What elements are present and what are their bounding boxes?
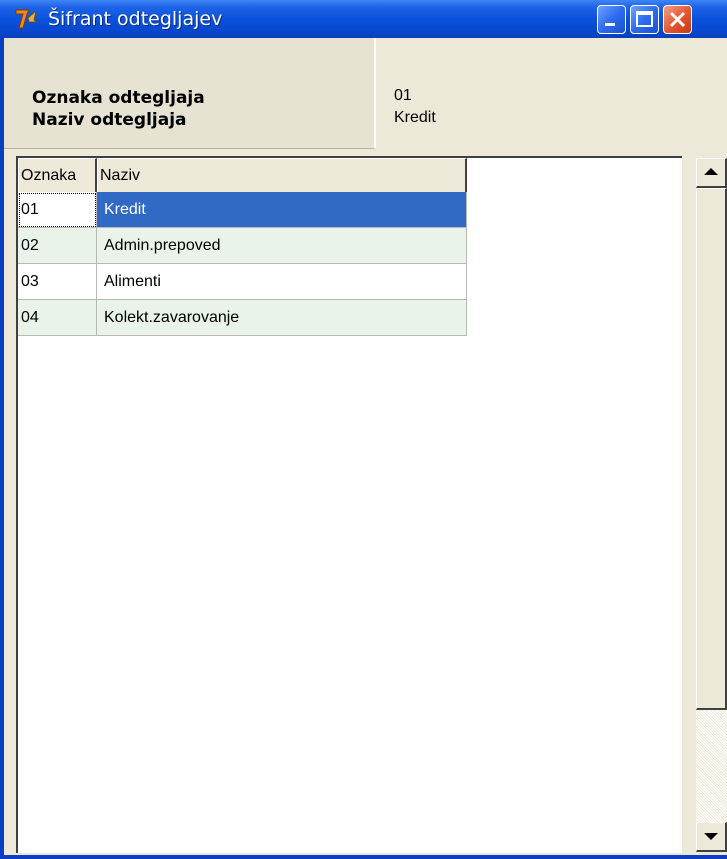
header-label-code: Oznaka odtegljaja xyxy=(32,88,205,108)
header-values-panel: 01 Kredit xyxy=(378,38,727,149)
table-row[interactable]: 02 Admin.prepoved xyxy=(18,228,467,264)
header-value-code: 01 xyxy=(394,87,412,104)
client-area: Oznaka odtegljaja Naziv odtegljaja 01 Kr… xyxy=(4,38,727,855)
record-header: Oznaka odtegljaja Naziv odtegljaja 01 Kr… xyxy=(4,38,727,152)
vertical-scrollbar[interactable] xyxy=(682,156,727,853)
minimize-button[interactable] xyxy=(597,5,626,34)
column-header-oznaka[interactable]: Oznaka xyxy=(18,158,97,192)
window-bottom-border xyxy=(0,855,727,859)
close-icon xyxy=(669,11,686,28)
scroll-down-button[interactable] xyxy=(696,822,727,852)
header-label-name: Naziv odtegljaja xyxy=(32,110,187,130)
cell-code[interactable]: 01 xyxy=(18,192,97,228)
maximize-icon xyxy=(636,11,653,27)
arrow-down-icon xyxy=(704,833,718,840)
cell-name[interactable]: Admin.prepoved xyxy=(97,228,467,264)
header-value-name: Kredit xyxy=(394,109,436,126)
cell-code[interactable]: 03 xyxy=(18,264,97,300)
table-row[interactable]: 01 Kredit xyxy=(18,192,467,228)
column-header-naziv[interactable]: Naziv xyxy=(97,158,467,192)
app-window: Šifrant odtegljajev Oznaka odtegljaja Na… xyxy=(0,0,727,859)
cell-name[interactable]: Kolekt.zavarovanje xyxy=(97,300,467,336)
table-row[interactable]: 04 Kolekt.zavarovanje xyxy=(18,300,467,336)
cell-code[interactable]: 04 xyxy=(18,300,97,336)
cell-name[interactable]: Alimenti xyxy=(97,264,467,300)
scroll-track[interactable] xyxy=(696,710,727,822)
app-7-icon xyxy=(15,9,38,29)
title-bar[interactable]: Šifrant odtegljajev xyxy=(0,0,727,38)
header-labels-panel: Oznaka odtegljaja Naziv odtegljaja xyxy=(4,38,376,149)
minimize-icon xyxy=(605,23,615,26)
grid-header: Oznaka Naziv xyxy=(18,158,467,193)
scroll-up-button[interactable] xyxy=(696,158,727,188)
arrow-up-icon xyxy=(704,168,718,175)
scroll-thumb[interactable] xyxy=(696,188,727,710)
cell-code[interactable]: 02 xyxy=(18,228,97,264)
close-button[interactable] xyxy=(663,5,692,34)
maximize-button[interactable] xyxy=(630,5,659,34)
data-grid[interactable]: Oznaka Naziv 01 Kredit 02 Admin.prepoved… xyxy=(16,156,694,853)
table-row[interactable]: 03 Alimenti xyxy=(18,264,467,300)
cell-name[interactable]: Kredit xyxy=(97,192,467,228)
window-title: Šifrant odtegljajev xyxy=(48,8,223,30)
